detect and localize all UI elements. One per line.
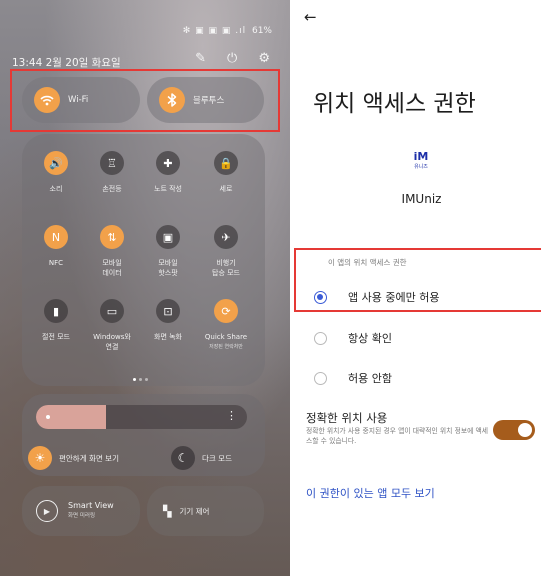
page-indicator (133, 378, 148, 381)
option-label: 앱 사용 중에만 허용 (348, 291, 440, 304)
quick-tile[interactable]: ✚ 노트 작성 (138, 151, 198, 194)
quick-tile-label: 비행기 탑승 모드 (212, 259, 240, 277)
page-dot (139, 378, 142, 381)
toggle-knob (518, 423, 532, 437)
smart-view-title: Smart View (68, 501, 114, 510)
quick-tile-label: 화면 녹화 (154, 333, 182, 341)
battery-percent: 61% (251, 26, 272, 36)
option-ask-every-time[interactable]: 항상 확인 (314, 330, 392, 346)
quick-tile[interactable]: ▭ Windows와 연결 (82, 299, 142, 352)
quick-tile-label: 모바일 핫스팟 (158, 259, 178, 277)
quick-tile-icon: ✈ (214, 225, 238, 249)
smart-view-sub: 화면 미러링 (68, 513, 96, 519)
see-all-apps-link[interactable]: 이 권한이 있는 앱 모두 보기 (306, 485, 435, 501)
quick-tile[interactable]: N NFC (26, 225, 86, 268)
section-header: 이 앱의 위치 액세스 권한 (328, 258, 407, 267)
option-deny[interactable]: 허용 안함 (314, 370, 392, 386)
quick-tile-icon: ▣ (156, 225, 180, 249)
quick-tile[interactable]: ▮ 절전 모드 (26, 299, 86, 342)
quick-tile[interactable]: ✈ 비행기 탑승 모드 (196, 225, 256, 278)
quick-tile-icon: ♖ (100, 151, 124, 175)
dark-mode-label: 다크 모드 (202, 453, 232, 463)
dark-mode-button[interactable]: ☾ 다크 모드 (171, 446, 232, 470)
quick-tile[interactable]: ⇅ 모바일 데이터 (82, 225, 142, 278)
gear-icon[interactable]: ⚙ (258, 50, 270, 68)
app-logo-sub: 유니즈 (414, 164, 428, 170)
app-logo-text: iM (413, 150, 429, 163)
pencil-icon[interactable]: ✎ (195, 50, 206, 68)
quick-tile-label: 손전등 (102, 185, 122, 193)
smart-view-icon: ▶ (36, 500, 58, 522)
back-arrow-icon[interactable]: ← (304, 8, 317, 26)
quick-tile-icon: ⊡ (156, 299, 180, 323)
quick-tile-icon: ✚ (156, 151, 180, 175)
quick-tile-icon: ▭ (100, 299, 124, 323)
precise-location-desc: 정확한 위치가 사용 중지된 경우 앱이 대략적인 위치 정보에 액세스할 수 … (306, 427, 489, 445)
precise-location-title: 정확한 위치 사용 (306, 411, 388, 425)
smart-view-tile[interactable]: ▶ Smart View 화면 미러링 (22, 486, 140, 536)
quick-tile-icon: 🔒 (214, 151, 238, 175)
option-while-using[interactable]: 앱 사용 중에만 허용 (314, 289, 439, 305)
highlight-box (10, 69, 280, 132)
radio-button[interactable] (314, 371, 327, 385)
quick-tile-icon: ⟳ (214, 299, 238, 323)
power-icon[interactable]: ⏻ (227, 50, 237, 68)
quick-tile-label: NFC (48, 259, 64, 267)
app-name: IMUniz (401, 192, 442, 206)
sun-icon (46, 415, 50, 419)
quick-tile[interactable]: 🔊 소리 (26, 151, 86, 194)
option-label: 항상 확인 (348, 332, 392, 345)
date-time: 13:44 2월 20일 화요일 (12, 57, 121, 69)
device-control-label: 기기 제어 (179, 506, 210, 516)
quick-tile-label: 세로 (219, 185, 233, 193)
page-dot (133, 378, 136, 381)
radio-button[interactable] (314, 290, 327, 304)
quick-tile-label: Windows와 연결 (93, 333, 131, 351)
quick-tile[interactable]: ⊡ 화면 녹화 (138, 299, 198, 342)
quick-tile-icon: ▮ (44, 299, 68, 323)
radio-button[interactable] (314, 331, 327, 345)
quick-tile[interactable]: ▣ 모바일 핫스팟 (138, 225, 198, 278)
quick-tile-icon: N (44, 225, 68, 249)
quick-tile-label: 소리 (49, 185, 63, 193)
quick-tile[interactable]: 🔒 세로 (196, 151, 256, 194)
status-bar: ✻ ▣ ▣ ▣ .ıl 61% (183, 26, 272, 36)
top-actions: ✎ ⏻ ⚙ (195, 50, 270, 68)
quick-tile-icon: 🔊 (44, 151, 68, 175)
device-control-icon: ▚ (163, 504, 172, 518)
app-logo: iM 유니즈 (408, 150, 434, 172)
quick-tile-sub: 저장된 연락처만 (209, 344, 243, 350)
eye-comfort-label: 편안하게 화면 보기 (59, 453, 119, 463)
moon-icon: ☾ (171, 446, 195, 470)
quick-tile-label: 노트 작성 (154, 185, 182, 193)
quick-tile[interactable]: ⟳ Quick Share 저장된 연락처만 (196, 299, 256, 350)
more-options-icon[interactable]: ⋮ (226, 409, 237, 422)
quick-tile[interactable]: ♖ 손전등 (82, 151, 142, 194)
location-permission-screen: ← 위치 액세스 권한 iM 유니즈 IMUniz 이 앱의 위치 액세스 권한… (290, 0, 541, 576)
option-label: 허용 안함 (348, 372, 392, 385)
eye-comfort-icon: ☀ (28, 446, 52, 470)
precise-location-toggle[interactable] (493, 420, 535, 440)
device-control-tile[interactable]: ▚ 기기 제어 (147, 486, 264, 536)
quick-tile-icon: ⇅ (100, 225, 124, 249)
quick-tile-label: 절전 모드 (42, 333, 70, 341)
page-dot (145, 378, 148, 381)
quick-panel: ✻ ▣ ▣ ▣ .ıl 61% 13:44 2월 20일 화요일 ✎ ⏻ ⚙ W… (0, 0, 290, 576)
quick-tile-label: Quick Share (204, 333, 248, 341)
brightness-slider[interactable]: ⋮ (36, 405, 247, 429)
status-icons: ✻ ▣ ▣ ▣ .ıl (182, 26, 247, 36)
page-title: 위치 액세스 권한 (313, 91, 476, 117)
eye-comfort-button[interactable]: ☀ 편안하게 화면 보기 (28, 446, 119, 470)
quick-tile-label: 모바일 데이터 (102, 259, 122, 277)
